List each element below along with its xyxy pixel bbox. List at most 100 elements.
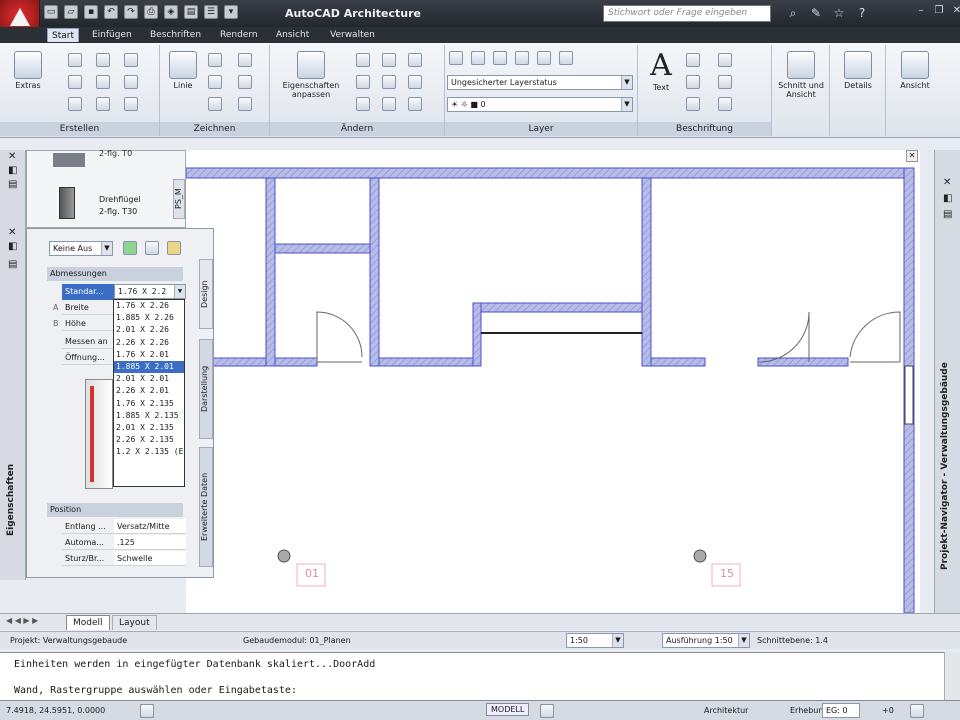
tab-beschriften[interactable]: Beschriften: [146, 28, 205, 42]
section-position[interactable]: Position: [47, 503, 183, 517]
tab-erweiterte-daten[interactable]: Erweiterte Daten: [199, 447, 213, 567]
eigenschaften-anpassen-button[interactable]: Eigenschaften anpassen: [274, 51, 348, 99]
lineweight-icon[interactable]: [140, 704, 154, 718]
print-icon[interactable]: ⎙: [144, 5, 158, 19]
roof-tool-icon[interactable]: [96, 97, 110, 111]
layer-icon[interactable]: ◈: [164, 5, 178, 19]
polyline-icon[interactable]: [208, 53, 222, 67]
text-button[interactable]: A Text: [644, 49, 678, 93]
tab-layout[interactable]: Layout: [112, 615, 157, 630]
markup-icon[interactable]: [718, 75, 732, 89]
command-scrollbar[interactable]: [944, 652, 960, 700]
ansicht-button[interactable]: Ansicht: [886, 51, 944, 90]
palette-properties-icon[interactable]: ▤: [943, 210, 953, 220]
autohide-icon[interactable]: ◧: [8, 166, 18, 176]
stair-tool-icon[interactable]: [68, 75, 82, 89]
layer-state-combo[interactable]: Ungesicherter Layerstatus ▼: [447, 75, 633, 90]
dropdown-option[interactable]: 2.01 X 2.135: [114, 422, 184, 434]
door-tool-icon[interactable]: [96, 53, 110, 67]
dropdown-option[interactable]: 2.26 X 2.26: [114, 337, 184, 349]
point-icon[interactable]: [238, 53, 252, 67]
dropdown-option[interactable]: 1.885 X 2.135: [114, 410, 184, 422]
door-2-leaf-icon[interactable]: [59, 187, 75, 219]
position-row-value[interactable]: Versatz/Mitte: [114, 519, 186, 534]
palette-properties-icon[interactable]: ▤: [8, 260, 18, 270]
dropdown-option[interactable]: 1.885 X 2.01: [114, 360, 184, 374]
erase-icon[interactable]: [356, 75, 370, 89]
redo-icon[interactable]: ↷: [124, 5, 138, 19]
add-icon[interactable]: [123, 241, 137, 255]
hatch-icon[interactable]: [238, 97, 252, 111]
tab-design[interactable]: Design: [199, 259, 213, 329]
scale-combo[interactable]: 1:50 ▼: [566, 633, 624, 648]
autohide-icon[interactable]: ◧: [8, 242, 18, 252]
move-icon[interactable]: [356, 53, 370, 67]
autohide-icon[interactable]: ◧: [943, 194, 953, 204]
dropdown-option[interactable]: 1.76 X 2.01: [114, 349, 184, 361]
slab-tool-icon[interactable]: [68, 97, 82, 111]
grid-tool-icon[interactable]: [124, 97, 138, 111]
search-input[interactable]: Stichwort oder Frage eingeben: [603, 5, 771, 22]
dropdown-option[interactable]: 2.26 X 2.01: [114, 385, 184, 397]
layer-lock-icon[interactable]: [559, 51, 573, 65]
door-tool-icon[interactable]: [53, 153, 85, 167]
details-button[interactable]: Details: [830, 51, 886, 90]
dropdown-option[interactable]: 1.76 X 2.135: [114, 398, 184, 410]
close-icon[interactable]: ✕: [8, 152, 18, 162]
layer-isolate-icon[interactable]: [493, 51, 507, 65]
table-icon[interactable]: [718, 53, 732, 67]
tools-icon[interactable]: ✎: [808, 5, 824, 21]
tab-darstellung[interactable]: Darstellung: [199, 339, 213, 439]
rectangle-icon[interactable]: [208, 97, 222, 111]
window-tool-icon[interactable]: [124, 53, 138, 67]
properties-icon[interactable]: ☰: [204, 5, 218, 19]
extras-button[interactable]: Extras: [8, 51, 48, 90]
tab-einfuegen[interactable]: Einfügen: [88, 28, 136, 42]
tab-rendern[interactable]: Rendern: [216, 28, 262, 42]
tag-icon[interactable]: [686, 97, 700, 111]
layer-freeze-icon[interactable]: [515, 51, 529, 65]
tab-start[interactable]: Start: [47, 28, 79, 42]
publish-icon[interactable]: ▤: [184, 5, 198, 19]
standard-size-dropdown[interactable]: 1.76 X 2.26 1.885 X 2.26 2.01 X 2.26 2.26 X…: [113, 299, 185, 487]
dropdown-icon[interactable]: ▾: [224, 5, 238, 19]
extend-icon[interactable]: [408, 75, 422, 89]
dropdown-option[interactable]: 1.76 X 2.26: [114, 300, 184, 312]
standard-size-combo[interactable]: 1.76 X 2.2 ▼: [114, 284, 186, 299]
layer-states-icon[interactable]: [471, 51, 485, 65]
clean-screen-icon[interactable]: [910, 704, 924, 718]
schedule-icon[interactable]: [718, 97, 732, 111]
drawing-canvas[interactable]: 01 15 ✕: [185, 150, 920, 614]
trim-icon[interactable]: [408, 53, 422, 67]
new-icon[interactable]: ▭: [44, 5, 58, 19]
close-icon[interactable]: ✕: [950, 4, 960, 18]
layer-combo[interactable]: ☀ ☼ ■ 0 ▼: [447, 97, 633, 112]
showmotion-icon[interactable]: [540, 704, 554, 718]
layer-properties-icon[interactable]: [449, 51, 463, 65]
level-combo[interactable]: EG: 0: [822, 703, 860, 718]
opening-tool-icon[interactable]: [96, 75, 110, 89]
style-combo[interactable]: Keine Aus ▼: [49, 241, 113, 256]
help-icon[interactable]: ?: [854, 5, 870, 21]
modell-button[interactable]: MODELL: [486, 703, 530, 716]
array-icon[interactable]: [408, 97, 422, 111]
minimize-icon[interactable]: –: [914, 4, 928, 18]
rotate-icon[interactable]: [382, 53, 396, 67]
section-abmessungen[interactable]: Abmessungen: [47, 267, 183, 281]
wall-tool-icon[interactable]: [68, 53, 82, 67]
dropdown-option[interactable]: 2.01 X 2.01: [114, 373, 184, 385]
ellipse-icon[interactable]: [238, 75, 252, 89]
workspace-label[interactable]: Architektur: [704, 706, 748, 715]
undo-icon[interactable]: ↶: [104, 5, 118, 19]
select-objects-icon[interactable]: [145, 241, 159, 255]
search-icon[interactable]: ⌕: [785, 5, 801, 21]
offset-icon[interactable]: [382, 97, 396, 111]
mirror-icon[interactable]: [356, 97, 370, 111]
dropdown-option[interactable]: 2.01 X 2.26: [114, 324, 184, 336]
quick-select-icon[interactable]: [167, 241, 181, 255]
close-icon[interactable]: ✕: [8, 228, 18, 238]
position-row-value[interactable]: .125: [114, 535, 186, 550]
detail-level-combo[interactable]: Ausführung 1:50 ▼: [662, 633, 750, 648]
open-icon[interactable]: ▱: [64, 5, 78, 19]
palette-properties-icon[interactable]: ▤: [8, 180, 18, 190]
